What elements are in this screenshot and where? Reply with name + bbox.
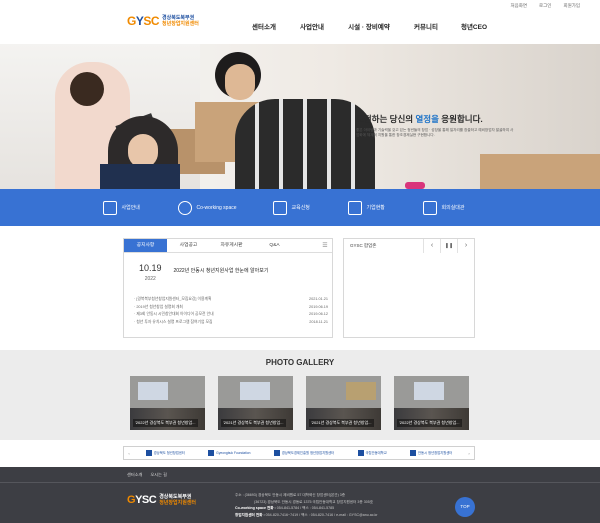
- nav-community[interactable]: 커뮤니티: [402, 12, 450, 44]
- nav-center-intro[interactable]: 센터소개: [240, 12, 288, 44]
- partner-banner: ‹ 경상북도 청년창업센터 Gyeongbuk Foundation 경상북도경…: [123, 446, 475, 460]
- utility-menu: 처음화면 로그인 회원가입: [510, 0, 580, 12]
- footer: 센터소개 오시는 길 GYSC 경상북도북부권 청년창업지원센터 주소 : (36…: [0, 467, 600, 523]
- gallery-title: PHOTO GALLERY: [265, 358, 335, 367]
- list-item[interactable]: · [경북북부청년창업지원센터_모집요강] 이용계획 2021.01.21: [134, 296, 328, 304]
- gallery-photo: [414, 382, 444, 400]
- footer-links: 센터소개 오시는 길: [127, 472, 167, 478]
- quick-menu: 사업안내 Co-working space 교육신청 기업현황 회의실대관: [0, 189, 600, 226]
- notice-board: 공지사항 사업공고 자유게시판 Q&A ☰ 10.19 2022 2022년 안동…: [123, 238, 333, 338]
- quick-education[interactable]: 교육신청: [272, 200, 348, 215]
- hero-box: [480, 154, 600, 189]
- gallery-item[interactable]: '2022년 경상북도 북부권 청년창업...: [394, 376, 469, 430]
- footer-link-intro[interactable]: 센터소개: [127, 472, 142, 478]
- quick-coworking[interactable]: Co-working space: [177, 200, 273, 215]
- pause-icon[interactable]: ❚❚: [440, 239, 457, 253]
- main-nav: 센터소개 사업안내 시설 · 장비예약 커뮤니티 청년CEO: [240, 12, 498, 44]
- top-button[interactable]: TOP: [455, 497, 475, 517]
- partner-logo[interactable]: 경상북도 청년창업센터: [145, 450, 185, 456]
- featured-date: 10.19 2022: [139, 263, 162, 283]
- header: GYSC 경상북도북부권 청년창업지원센터 센터소개 사업안내 시설 · 장비예…: [0, 12, 600, 44]
- nav-business[interactable]: 사업안내: [288, 12, 336, 44]
- hero-woman-hair: [70, 72, 104, 106]
- hero-title: 도전하는 당신의 열정을 응원합니다.: [356, 114, 483, 124]
- menu-icon[interactable]: ☰: [318, 239, 332, 252]
- hero-man-shirt: [235, 99, 375, 189]
- popup-zone-title: GYSC 팝업존: [350, 243, 377, 248]
- list-item[interactable]: · 청년 투자 유치시스 설명 프로그램 참여기업 모집 2018.11.21: [134, 319, 328, 327]
- util-join-link[interactable]: 회원가입: [563, 3, 580, 9]
- photo-gallery: PHOTO GALLERY '2022년 경상북도 북부권 청년창업... '2…: [0, 350, 600, 440]
- next-icon[interactable]: ›: [457, 239, 474, 253]
- partner-logo[interactable]: 경상북도경제진흥원 청년창업지원센터: [273, 450, 334, 456]
- form-icon: [272, 200, 287, 215]
- hero-banner: 도전하는 당신의 열정을 응원합니다. 좋은 아이템과 기술력을 갖고 있는 청…: [0, 44, 600, 189]
- prev-icon[interactable]: ‹: [423, 239, 440, 253]
- hero-man-face: [225, 64, 255, 100]
- tab-qna[interactable]: Q&A: [253, 239, 296, 252]
- document-icon: [102, 200, 117, 215]
- tab-free-board[interactable]: 자유게시판: [210, 239, 253, 252]
- footer-cws-contact: Co-working space 전화 : 054-841-5784 / 팩스 …: [235, 506, 335, 511]
- page: 처음화면 로그인 회원가입 GYSC 경상북도북부권 청년창업지원센터 센터소개…: [0, 0, 600, 523]
- footer-link-directions[interactable]: 오시는 길: [150, 472, 167, 478]
- hero-woman-shirt: [100, 164, 180, 189]
- gallery-item[interactable]: '2022년 경상북도 북부권 청년창업...: [130, 376, 205, 430]
- partner-logo[interactable]: 국립안동대학교: [357, 450, 387, 456]
- prev-icon[interactable]: ‹: [124, 451, 134, 456]
- popup-controls: ‹ ❚❚ ›: [423, 239, 474, 253]
- nav-facility[interactable]: 시설 · 장비예약: [336, 12, 402, 44]
- notice-tabs: 공지사항 사업공고 자유게시판 Q&A ☰: [124, 239, 332, 253]
- gallery-item[interactable]: '2021년 경상북도 북부권 청년창업...: [306, 376, 381, 430]
- util-login-link[interactable]: 로그인: [539, 3, 551, 9]
- footer-address: 주소 : (36693) 경상북도 안동시 제비원로 57 대학혁신 창업센터(…: [235, 493, 346, 497]
- partner-logo[interactable]: Gyeongbuk Foundation: [208, 450, 250, 456]
- logo-mark: GYSC: [127, 14, 160, 28]
- meeting-icon: [422, 200, 437, 215]
- quick-meeting-room[interactable]: 회의실대관: [422, 200, 498, 215]
- gallery-item[interactable]: '2021년 경상북도 북부권 청년창업...: [218, 376, 293, 430]
- featured-title[interactable]: 2022년 안동시 청년지원사업 한눈에 알아보기: [174, 267, 269, 274]
- person-icon: [177, 200, 192, 215]
- popup-zone: GYSC 팝업존 ‹ ❚❚ ›: [343, 238, 475, 338]
- footer-address-2: (36723) 경상북도 안동시 경동로 1375 국립안동대학교 창업지원센터…: [254, 499, 374, 504]
- building-icon: [347, 200, 362, 215]
- nav-ceo[interactable]: 청년CEO: [450, 12, 498, 44]
- gallery-photo: [240, 382, 270, 400]
- featured-post[interactable]: 10.19 2022 2022년 안동시 청년지원사업 한눈에 알아보기: [139, 264, 268, 284]
- logo-text: 경상북도북부권 청년창업지원센터: [162, 15, 199, 27]
- hero-woman-face: [128, 134, 158, 168]
- footer-logo: GYSC 경상북도북부권 청년창업지원센터: [127, 494, 196, 506]
- list-item[interactable]: · 2019년 청년창업 설명회 개최 2019.06.19: [134, 304, 328, 312]
- quick-business[interactable]: 사업안내: [102, 200, 178, 215]
- tab-notice[interactable]: 공지사항: [124, 239, 167, 252]
- hero-description: 좋은 아이템과 기술력을 갖고 있는 청년들의 창업 · 성장을 통해 일자리를…: [356, 128, 514, 138]
- footer-info: 주소 : (36693) 경상북도 안동시 제비원로 57 대학혁신 창업센터(…: [235, 492, 378, 518]
- util-home-link[interactable]: 처음화면: [510, 3, 527, 9]
- list-item[interactable]: · 제3회 안동시 시민창안대회 아이디어 공모전 안내 2019.06.12: [134, 311, 328, 319]
- partner-logo[interactable]: 안동시 청년창업지원센터: [410, 450, 452, 456]
- footer-center-contact: 창업지원센터 전화 : 054-820-7416~7419 / 팩스 : 054…: [235, 512, 378, 517]
- tab-announce[interactable]: 사업공고: [167, 239, 210, 252]
- quick-companies[interactable]: 기업현황: [347, 200, 423, 215]
- site-logo[interactable]: GYSC 경상북도북부권 청년창업지원센터: [127, 14, 199, 28]
- partner-logos: 경상북도 청년창업센터 Gyeongbuk Foundation 경상북도경제진…: [134, 450, 464, 456]
- next-icon[interactable]: ›: [464, 451, 474, 456]
- footer-divider: [0, 482, 600, 483]
- hero-shoes: [405, 182, 425, 189]
- gallery-photo: [346, 382, 376, 400]
- post-list: · [경북북부청년창업지원센터_모집요강] 이용계획 2021.01.21 · 2…: [134, 296, 328, 327]
- gallery-photo: [138, 382, 168, 400]
